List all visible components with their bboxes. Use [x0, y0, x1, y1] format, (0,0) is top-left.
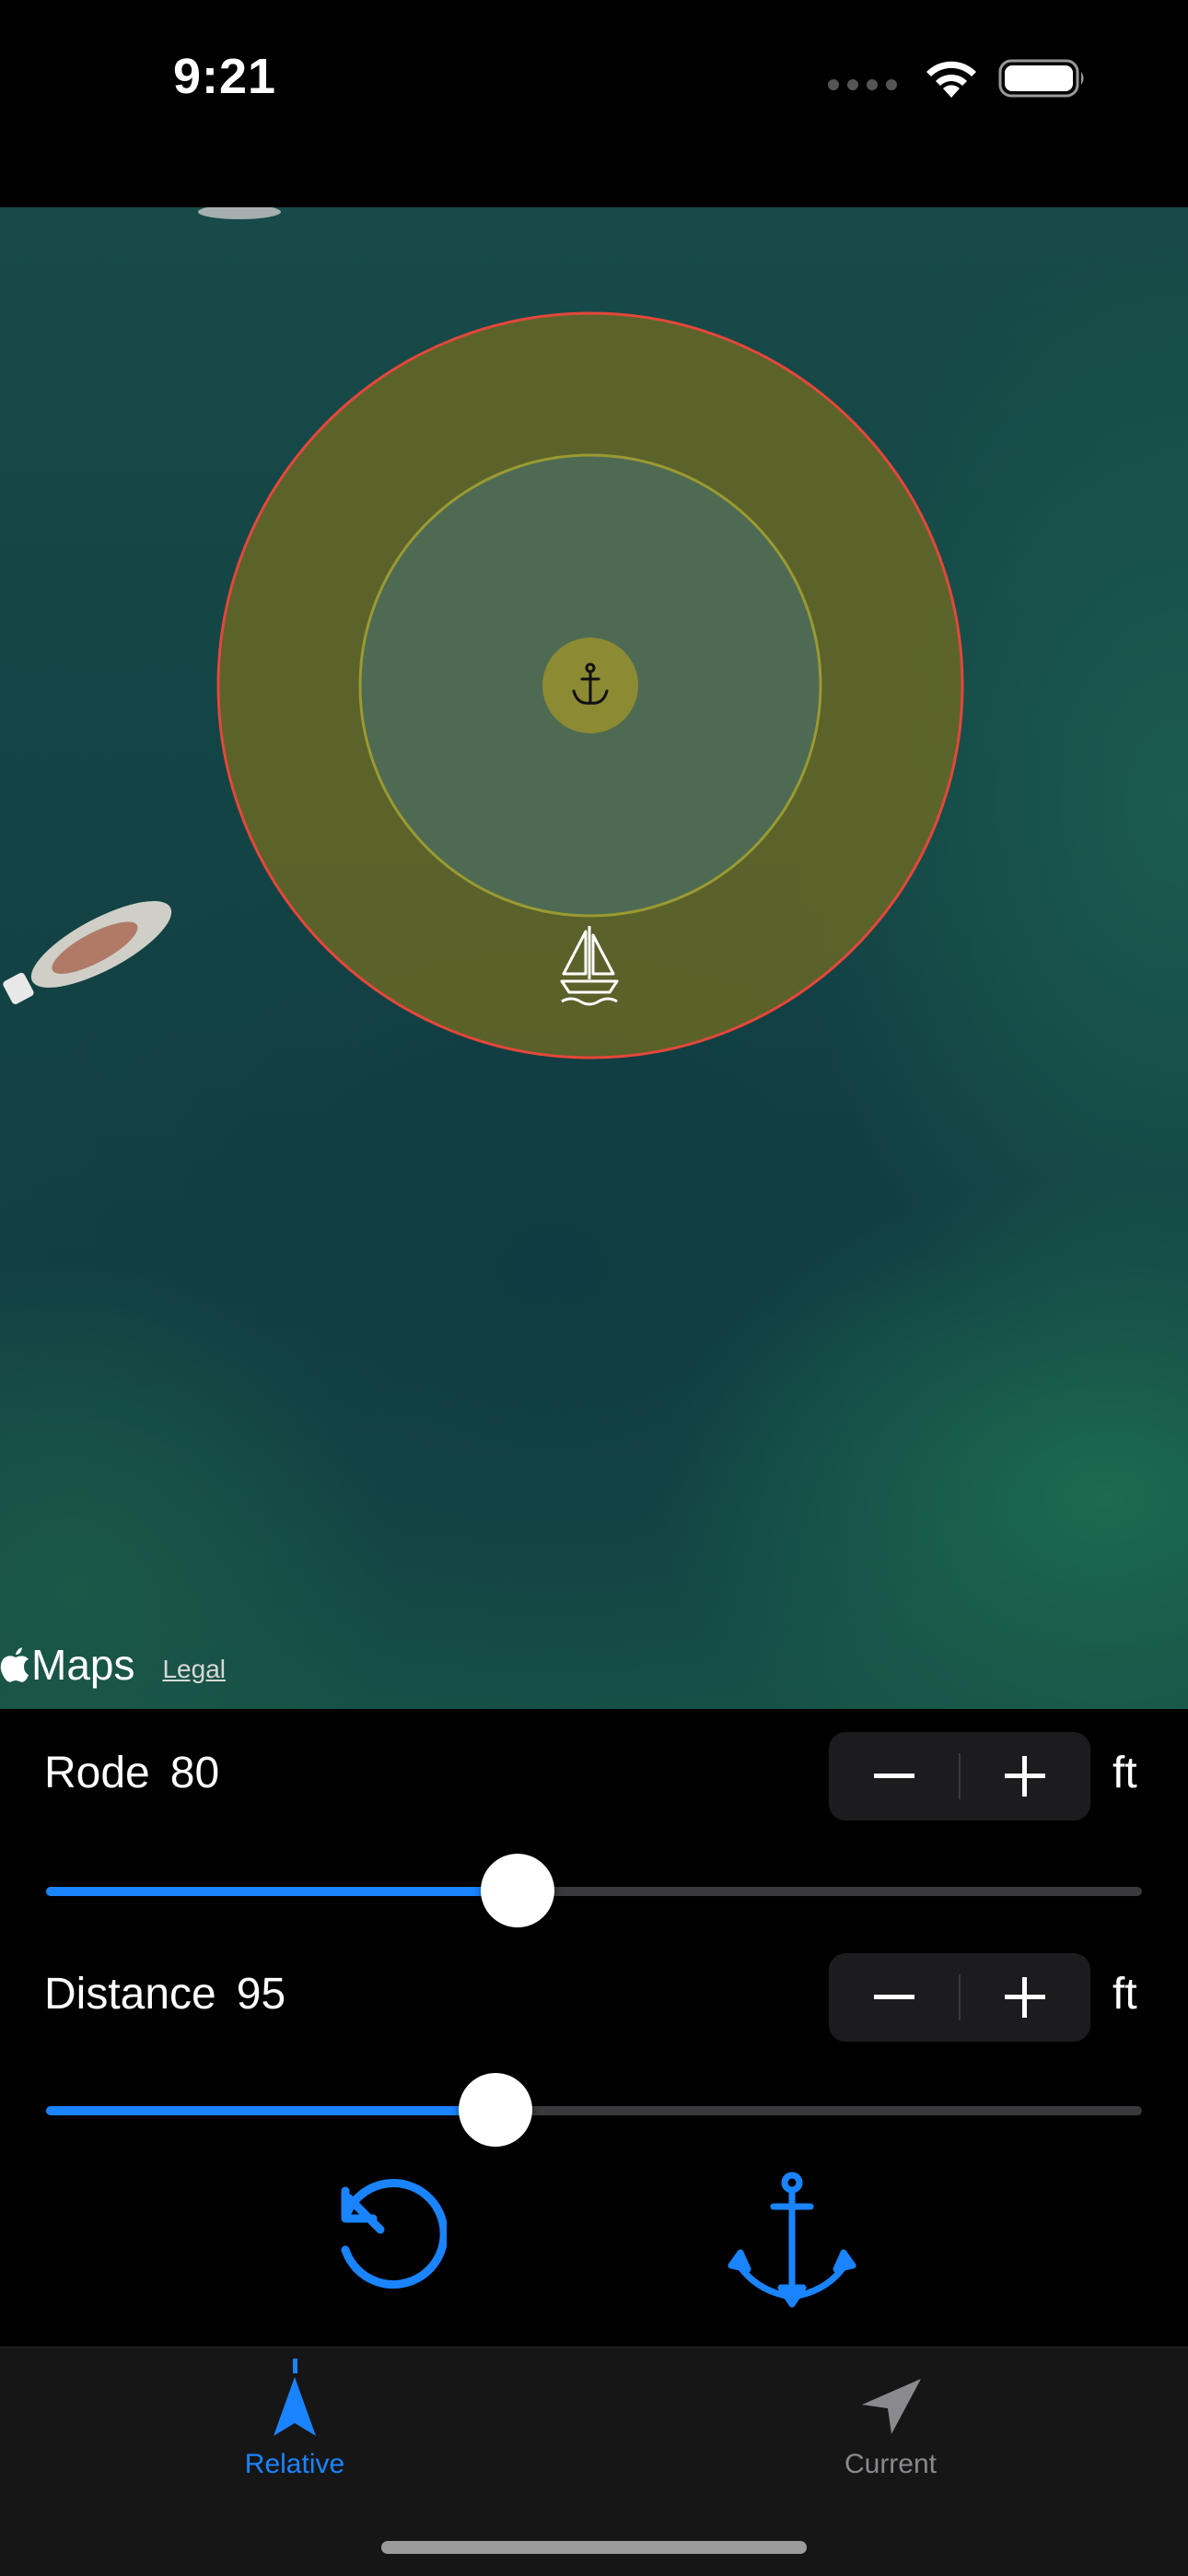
status-bar: 9:21 — [0, 0, 1188, 207]
slider-thumb[interactable] — [480, 1854, 554, 1927]
controls-panel: Rode 80 ft Distance 95 ft — [0, 1709, 1188, 2347]
distance-slider[interactable] — [46, 2073, 1142, 2147]
rode-stepper — [829, 1732, 1090, 1821]
boat-wake — [198, 207, 281, 219]
maps-logo: Maps — [0, 1640, 134, 1690]
distance-unit: ft — [1112, 1970, 1137, 2019]
slider-fill — [46, 2106, 495, 2115]
rode-unit: ft — [1112, 1749, 1137, 1797]
distance-label: Distance 95 — [44, 1969, 285, 2020]
status-icons — [828, 57, 1087, 100]
slider-fill — [46, 1887, 518, 1896]
rode-decrement-button[interactable] — [829, 1732, 959, 1821]
location-arrow-icon — [862, 2379, 921, 2434]
tab-current-label: Current — [844, 2449, 938, 2479]
distance-decrement-button[interactable] — [829, 1953, 959, 2042]
plus-icon — [1005, 1756, 1046, 1797]
apple-icon — [0, 1647, 29, 1682]
rode-value: 80 — [169, 1749, 220, 1797]
signal-icon — [828, 79, 897, 90]
anchor-marker[interactable] — [542, 638, 638, 733]
distance-label-text: Distance — [44, 1970, 216, 2019]
maps-brand-label: Maps — [31, 1641, 135, 1689]
tab-relative[interactable]: Relative — [157, 2359, 433, 2480]
status-time: 9:21 — [173, 49, 277, 104]
rode-label-text: Rode — [44, 1749, 150, 1797]
rode-label: Rode 80 — [44, 1748, 219, 1798]
rode-increment-button[interactable] — [961, 1732, 1090, 1821]
distance-value: 95 — [236, 1970, 286, 2019]
reset-button[interactable] — [322, 2170, 451, 2299]
tab-relative-label: Relative — [244, 2449, 345, 2479]
tab-current[interactable]: Current — [752, 2359, 1029, 2480]
maps-attribution: Maps Legal — [0, 1640, 226, 1690]
battery-icon — [998, 59, 1084, 98]
rode-slider[interactable] — [46, 1854, 1142, 1927]
drop-anchor-button[interactable] — [728, 2170, 856, 2308]
map-overlay — [3, 207, 964, 1060]
reset-icon — [341, 2179, 447, 2289]
legal-link[interactable]: Legal — [162, 1655, 226, 1684]
moored-boat — [3, 901, 172, 1004]
slider-thumb[interactable] — [458, 2073, 532, 2147]
distance-increment-button[interactable] — [961, 1953, 1090, 2042]
relative-arrow-icon — [274, 2359, 316, 2436]
home-indicator — [381, 2541, 807, 2554]
distance-stepper — [829, 1953, 1090, 2042]
plus-icon — [1005, 1977, 1046, 2018]
map-view[interactable]: Maps Legal — [0, 207, 1188, 1709]
minus-icon — [873, 1995, 914, 1999]
minus-icon — [873, 1774, 914, 1778]
wifi-icon — [926, 61, 976, 98]
anchor-drop-icon — [728, 2172, 856, 2308]
